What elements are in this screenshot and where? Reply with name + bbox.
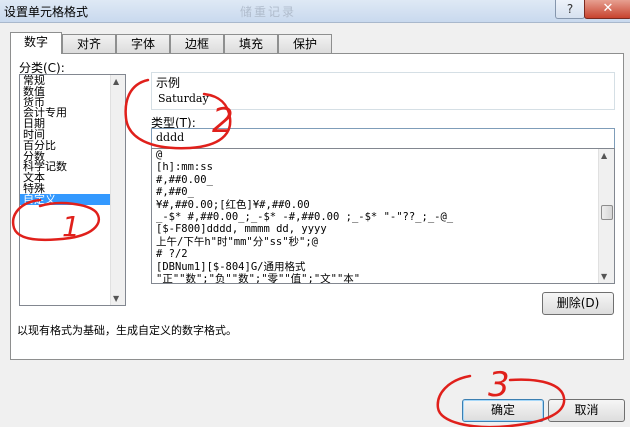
- format-list-scrollbar[interactable]: ▲ ▼: [598, 149, 614, 283]
- tab-font[interactable]: 字体: [116, 34, 170, 53]
- type-field[interactable]: [151, 128, 615, 149]
- format-item[interactable]: _-$* #,##0.00_;_-$* -#,##0.00 ;_-$* "-"?…: [152, 211, 614, 223]
- category-list[interactable]: 常规 数值 货币 会计专用 日期 时间 百分比 分数 科学记数 文本 特殊 自定…: [19, 74, 126, 306]
- help-button[interactable]: ?: [555, 0, 585, 19]
- background-window-title: 储重记录: [240, 5, 297, 19]
- close-button[interactable]: ✕: [584, 0, 630, 19]
- format-list[interactable]: @ [h]:mm:ss #,##0.00_ #,##0_ ¥#,##0.00;[…: [151, 148, 615, 284]
- tab-protection[interactable]: 保护: [278, 34, 332, 53]
- number-tab-panel: 分类(C): 常规 数值 货币 会计专用 日期 时间 百分比 分数 科学记数 文…: [10, 53, 624, 360]
- format-item[interactable]: #,##0_: [152, 186, 614, 198]
- format-item[interactable]: @: [152, 149, 614, 161]
- cancel-button[interactable]: 取消: [548, 399, 625, 422]
- tab-fill[interactable]: 填充: [224, 34, 278, 53]
- tab-border[interactable]: 边框: [170, 34, 224, 53]
- format-item[interactable]: 上午/下午h"时"mm"分"ss"秒";@: [152, 236, 614, 248]
- scroll-down-icon[interactable]: ▼: [113, 294, 119, 303]
- scroll-up-icon[interactable]: ▲: [113, 77, 119, 86]
- format-item[interactable]: "正""数";"负""数";"零""值";"文""本": [152, 273, 614, 283]
- description-text: 以现有格式为基础，生成自定义的数字格式。: [17, 324, 237, 337]
- tab-number[interactable]: 数字: [10, 32, 62, 54]
- format-item[interactable]: [$-F800]dddd, mmmm dd, yyyy: [152, 223, 614, 235]
- type-input[interactable]: [152, 129, 600, 146]
- delete-button[interactable]: 删除(D): [542, 292, 614, 315]
- category-scrollbar[interactable]: ▲ ▼: [110, 75, 125, 305]
- ok-button[interactable]: 确定: [462, 399, 544, 422]
- scroll-thumb[interactable]: [601, 205, 613, 220]
- sample-group: 示例 Saturday: [151, 72, 615, 110]
- sample-label: 示例: [156, 76, 181, 90]
- format-item[interactable]: # ?/2: [152, 248, 614, 260]
- scroll-up-icon[interactable]: ▲: [601, 151, 607, 160]
- format-item[interactable]: ¥#,##0.00;[红色]¥#,##0.00: [152, 199, 614, 211]
- title-bar: 设置单元格格式 储重记录 ? ✕: [0, 0, 630, 23]
- format-item[interactable]: [h]:mm:ss: [152, 161, 614, 173]
- sample-value: Saturday: [158, 92, 209, 105]
- format-item[interactable]: [DBNum1][$-804]G/通用格式: [152, 261, 614, 273]
- tab-alignment[interactable]: 对齐: [62, 34, 116, 53]
- scroll-down-icon[interactable]: ▼: [601, 272, 607, 281]
- window-title: 设置单元格格式: [4, 5, 89, 19]
- format-item[interactable]: #,##0.00_: [152, 174, 614, 186]
